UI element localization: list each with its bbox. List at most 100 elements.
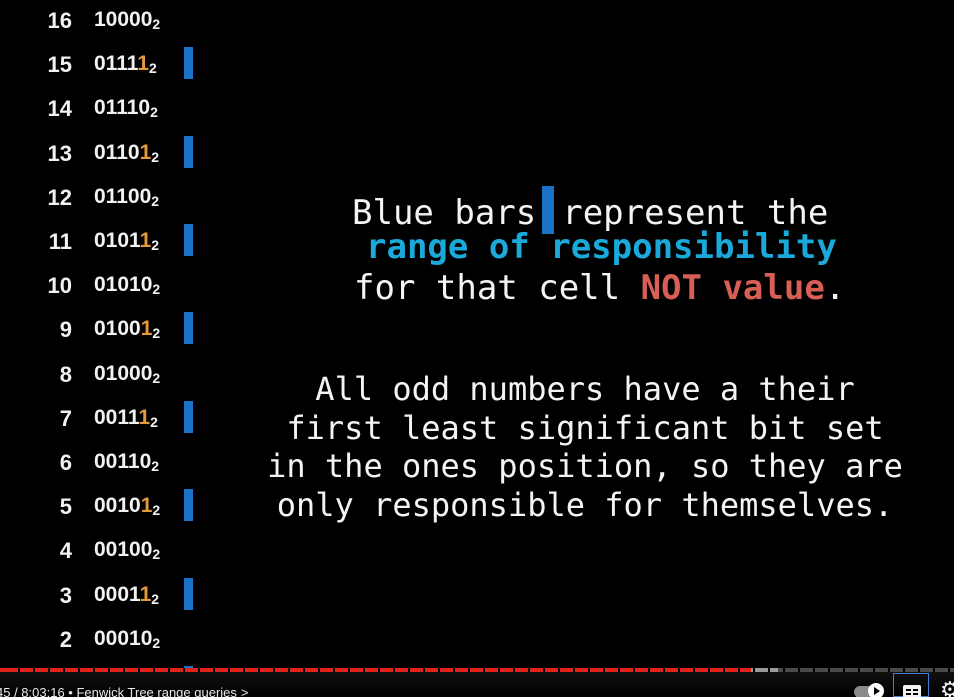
row-binary: 010102 <box>94 273 160 297</box>
binary-lsb: 0 <box>139 184 152 208</box>
responsibility-bar <box>184 489 193 522</box>
row-binary: 100002 <box>94 8 160 32</box>
row-index: 6 <box>59 450 72 475</box>
autoplay-knob <box>868 683 884 697</box>
binary-lsb: 1 <box>139 140 152 164</box>
time-display: 45 / 8:03:16 <box>0 685 65 697</box>
index-row: 4 001002 <box>0 536 200 566</box>
responsibility-bar <box>184 47 193 80</box>
row-index: 2 <box>59 626 72 652</box>
captions-button[interactable] <box>893 673 929 697</box>
index-row: 2 000102 <box>0 625 200 655</box>
binary-base: 2 <box>151 148 160 165</box>
responsibility-bar <box>184 400 193 433</box>
binary-base: 2 <box>151 458 160 474</box>
paragraph-line: first least significant bit set <box>286 408 884 447</box>
paragraph-line: in the ones position, so they are <box>267 447 903 485</box>
binary-lsb: 1 <box>140 494 153 518</box>
binary-lsb: 0 <box>138 96 151 120</box>
row-index: 7 <box>59 405 72 431</box>
binary-prefix: 0010 <box>94 538 141 562</box>
paragraph-line: only responsible for themselves. <box>276 485 894 524</box>
caption-for-that-cell: for that cell <box>354 268 641 308</box>
row-binary: 011112 <box>94 52 157 76</box>
row-binary: 000102 <box>94 627 160 651</box>
binary-lsb: 1 <box>140 317 153 341</box>
binary-lsb: 0 <box>139 450 152 473</box>
explanation-paragraph: All odd numbers have a their first least… <box>240 370 930 524</box>
index-row: 10 010102 <box>0 271 200 301</box>
index-row: 11 010112 <box>0 224 200 257</box>
binary-base: 2 <box>150 413 158 430</box>
binary-base: 2 <box>152 325 161 342</box>
binary-base: 2 <box>148 60 157 77</box>
binary-prefix: 0101 <box>94 229 140 252</box>
row-binary: 000112 <box>94 583 159 607</box>
binary-lsb: 0 <box>140 361 153 385</box>
row-binary: 010112 <box>94 229 159 253</box>
binary-base: 2 <box>152 502 161 519</box>
row-index: 13 <box>47 140 72 166</box>
time-and-chapter[interactable]: 45 / 8:03:16 • Fenwick Tree range querie… <box>0 685 249 697</box>
separator-dot: • <box>68 685 73 697</box>
binary-prefix: 0110 <box>94 140 140 164</box>
binary-prefix: 0110 <box>94 184 140 208</box>
index-row: 16 100002 <box>0 6 200 36</box>
index-row: 9 010012 <box>0 312 200 345</box>
binary-prefix: 0001 <box>94 582 140 606</box>
index-row: 5 001012 <box>0 489 200 522</box>
row-binary: 001112 <box>94 406 158 430</box>
row-index: 8 <box>59 361 72 387</box>
gear-icon[interactable]: ⚙ <box>940 680 954 697</box>
row-index: 14 <box>47 96 72 122</box>
row-index: 4 <box>59 538 72 564</box>
row-index: 10 <box>47 273 72 299</box>
binary-prefix: 0011 <box>94 405 139 429</box>
row-index: 16 <box>47 8 72 33</box>
binary-base: 2 <box>151 237 160 253</box>
index-row: 15 011112 <box>0 47 200 80</box>
row-binary: 011002 <box>94 185 159 209</box>
binary-lsb: 0 <box>140 273 153 297</box>
binary-base: 2 <box>152 634 161 651</box>
binary-prefix: 0011 <box>94 450 140 473</box>
binary-prefix: 0010 <box>94 494 141 518</box>
row-binary: 010002 <box>94 362 160 386</box>
caption-line-2: range of responsibility <box>366 227 837 267</box>
binary-prefix: 1000 <box>94 8 141 31</box>
video-frame[interactable]: 16 100002 15 011112 14 011102 13 011012 12 011002… <box>0 0 954 697</box>
index-row: 7 001112 <box>0 400 200 434</box>
binary-prefix: 0100 <box>94 361 141 385</box>
autoplay-toggle-icon[interactable] <box>854 683 884 697</box>
responsibility-bar <box>184 577 193 610</box>
caption-not-value: NOT value <box>640 268 825 308</box>
row-binary: 001012 <box>94 494 160 518</box>
binary-base: 2 <box>152 546 161 563</box>
responsibility-bar <box>184 224 193 256</box>
responsibility-bar <box>184 312 193 345</box>
index-row: 6 001102 <box>0 448 200 478</box>
captions-icon <box>903 685 921 697</box>
binary-base: 2 <box>150 104 158 121</box>
binary-prefix: 0001 <box>94 626 141 650</box>
binary-prefix: 0100 <box>94 317 141 341</box>
row-index: 11 <box>48 229 72 254</box>
row-index: 3 <box>59 582 72 608</box>
responsibility-bar <box>184 135 193 168</box>
binary-prefix: 0111 <box>94 96 139 120</box>
binary-lsb: 1 <box>139 229 152 252</box>
index-row: 13 011012 <box>0 135 200 169</box>
row-index: 15 <box>47 52 72 78</box>
row-index: 9 <box>59 317 72 343</box>
player-controls: 45 / 8:03:16 • Fenwick Tree range querie… <box>0 672 954 697</box>
chevron-right-icon[interactable]: > <box>241 685 249 697</box>
row-binary: 011102 <box>94 96 158 120</box>
caption-period: . <box>824 268 846 308</box>
chapter-title[interactable]: Fenwick Tree range queries <box>76 685 236 697</box>
index-row: 3 000112 <box>0 577 200 611</box>
index-row: 8 010002 <box>0 360 200 390</box>
binary-lsb: 1 <box>139 582 152 606</box>
binary-lsb: 1 <box>137 52 149 76</box>
binary-lsb: 0 <box>140 626 153 650</box>
binary-base: 2 <box>152 281 161 298</box>
